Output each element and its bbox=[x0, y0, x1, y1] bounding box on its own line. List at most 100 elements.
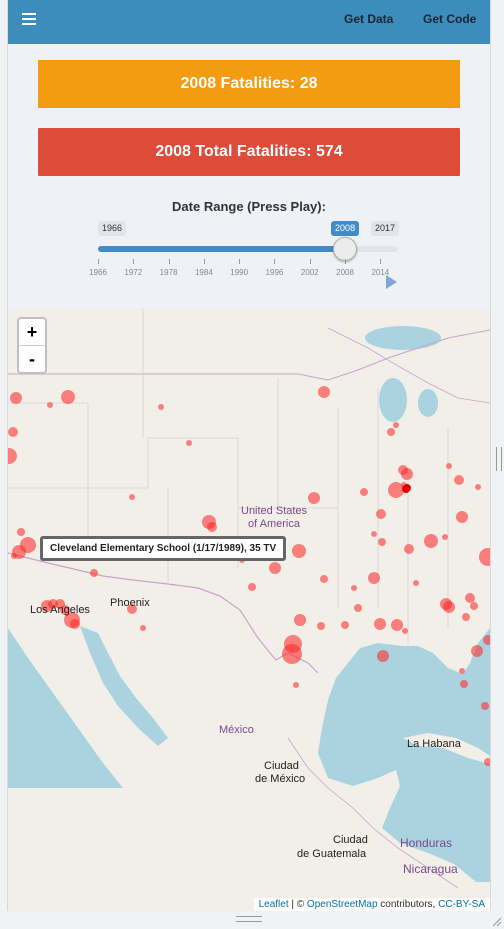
incident-marker[interactable] bbox=[368, 572, 380, 584]
incident-marker[interactable] bbox=[248, 583, 256, 591]
incident-marker[interactable] bbox=[318, 386, 330, 398]
incident-marker[interactable] bbox=[308, 492, 320, 504]
incident-marker[interactable] bbox=[351, 585, 357, 591]
get-code-link[interactable]: Get Code bbox=[423, 12, 476, 26]
incident-marker[interactable] bbox=[443, 601, 455, 613]
navbar: Get Data Get Code bbox=[8, 0, 490, 44]
incident-marker[interactable] bbox=[446, 463, 452, 469]
incident-marker[interactable] bbox=[47, 402, 53, 408]
incident-marker[interactable] bbox=[401, 468, 413, 480]
get-data-link[interactable]: Get Data bbox=[344, 12, 393, 26]
incident-marker[interactable] bbox=[8, 448, 17, 464]
label-ciudad-mexico: Ciudad bbox=[264, 760, 299, 772]
play-icon[interactable] bbox=[386, 275, 397, 289]
slider-handle[interactable] bbox=[333, 237, 358, 261]
slider-tick bbox=[168, 259, 170, 264]
incident-marker[interactable] bbox=[442, 534, 448, 540]
incident-marker[interactable] bbox=[470, 602, 478, 610]
slider-tick-label: 1966 bbox=[89, 268, 107, 277]
incident-marker[interactable] bbox=[402, 628, 408, 634]
incident-marker[interactable] bbox=[424, 534, 438, 548]
slider-min-label: 1966 bbox=[98, 221, 127, 236]
incident-marker[interactable] bbox=[456, 511, 468, 523]
map-attribution: Leaflet | © OpenStreetMap contributors, … bbox=[253, 898, 490, 911]
license-link[interactable]: CC-BY-SA bbox=[438, 899, 485, 910]
incident-marker[interactable] bbox=[320, 575, 328, 583]
incident-marker[interactable] bbox=[479, 548, 490, 566]
marker-tooltip: Cleveland Elementary School (1/17/1989),… bbox=[40, 536, 287, 561]
label-nicaragua: Nicaragua bbox=[403, 862, 458, 876]
bottom-resize-handle[interactable] bbox=[236, 916, 262, 922]
incident-marker[interactable] bbox=[481, 702, 489, 710]
incident-marker[interactable] bbox=[11, 553, 17, 559]
label-usa: United States bbox=[241, 505, 308, 517]
incident-marker[interactable] bbox=[413, 580, 419, 586]
incident-marker[interactable] bbox=[378, 538, 386, 546]
incident-marker[interactable] bbox=[403, 484, 411, 492]
incident-marker[interactable] bbox=[140, 625, 146, 631]
incident-marker[interactable] bbox=[282, 644, 302, 664]
label-phoenix: Phoenix bbox=[110, 597, 150, 609]
incident-marker[interactable] bbox=[61, 390, 75, 404]
incident-marker[interactable] bbox=[341, 621, 349, 629]
slider-tick-label: 1984 bbox=[194, 268, 213, 277]
incident-marker[interactable] bbox=[391, 619, 403, 631]
slider-bar bbox=[98, 246, 346, 252]
incident-marker[interactable] bbox=[377, 650, 389, 662]
incident-marker[interactable] bbox=[269, 562, 281, 574]
zoom-out-button[interactable]: - bbox=[19, 346, 45, 372]
slider-tick-label: 1978 bbox=[159, 268, 178, 277]
menu-icon[interactable] bbox=[22, 13, 36, 25]
label-ciudad-guatemala: Ciudad bbox=[333, 834, 368, 846]
map[interactable]: United States of America Los Angeles Pho… bbox=[8, 308, 490, 911]
slider-tick bbox=[345, 259, 347, 264]
incident-marker[interactable] bbox=[454, 475, 464, 485]
label-ciudad-guatemala-2: de Guatemala bbox=[297, 848, 367, 860]
slider-tick bbox=[98, 259, 99, 264]
incident-marker[interactable] bbox=[292, 544, 306, 558]
total-fatalities-value-box: 2008 Total Fatalities: 574 bbox=[38, 128, 460, 176]
incident-marker[interactable] bbox=[186, 440, 192, 446]
incident-marker[interactable] bbox=[158, 404, 164, 410]
incident-marker[interactable] bbox=[465, 593, 475, 603]
label-usa-2: of America bbox=[248, 518, 300, 530]
incident-marker[interactable] bbox=[404, 544, 414, 554]
incident-marker[interactable] bbox=[294, 614, 306, 626]
incident-marker[interactable] bbox=[293, 682, 299, 688]
slider-tick-label: 1990 bbox=[230, 268, 249, 277]
incident-marker[interactable] bbox=[129, 494, 135, 500]
incident-marker[interactable] bbox=[460, 680, 468, 688]
incident-marker[interactable] bbox=[471, 645, 483, 657]
incident-marker[interactable] bbox=[10, 392, 22, 404]
incident-marker[interactable] bbox=[475, 484, 481, 490]
leaflet-link[interactable]: Leaflet bbox=[259, 899, 289, 910]
incident-marker[interactable] bbox=[371, 531, 377, 537]
panel-resize-handle[interactable] bbox=[496, 447, 502, 471]
resize-grip-icon[interactable] bbox=[492, 917, 502, 927]
incident-marker[interactable] bbox=[90, 569, 98, 577]
incident-marker[interactable] bbox=[374, 618, 386, 630]
incident-marker[interactable] bbox=[387, 428, 395, 436]
incident-marker[interactable] bbox=[376, 509, 386, 519]
incident-marker[interactable] bbox=[8, 427, 18, 437]
osm-link[interactable]: OpenStreetMap bbox=[307, 899, 378, 910]
incident-marker[interactable] bbox=[207, 522, 217, 532]
label-la-habana: La Habana bbox=[407, 738, 461, 750]
zoom-in-button[interactable]: + bbox=[19, 319, 45, 346]
incident-marker[interactable] bbox=[70, 619, 80, 629]
incident-marker[interactable] bbox=[17, 528, 25, 536]
incident-marker[interactable] bbox=[393, 422, 399, 428]
slider-tick bbox=[133, 259, 135, 264]
label-ciudad-mexico-2: de México bbox=[255, 773, 306, 785]
dashboard-frame: Get Data Get Code 2008 Fatalities: 28 20… bbox=[7, 0, 491, 911]
incident-marker[interactable] bbox=[317, 622, 325, 630]
incident-marker[interactable] bbox=[20, 537, 36, 553]
incident-marker[interactable] bbox=[459, 668, 465, 674]
slider-current-label: 2008 bbox=[331, 221, 360, 236]
slider-tick-label: 2002 bbox=[300, 268, 319, 277]
incident-marker[interactable] bbox=[462, 613, 470, 621]
incident-marker[interactable] bbox=[484, 758, 490, 766]
incident-marker[interactable] bbox=[354, 604, 362, 612]
incident-marker[interactable] bbox=[483, 635, 490, 645]
incident-marker[interactable] bbox=[360, 488, 368, 496]
